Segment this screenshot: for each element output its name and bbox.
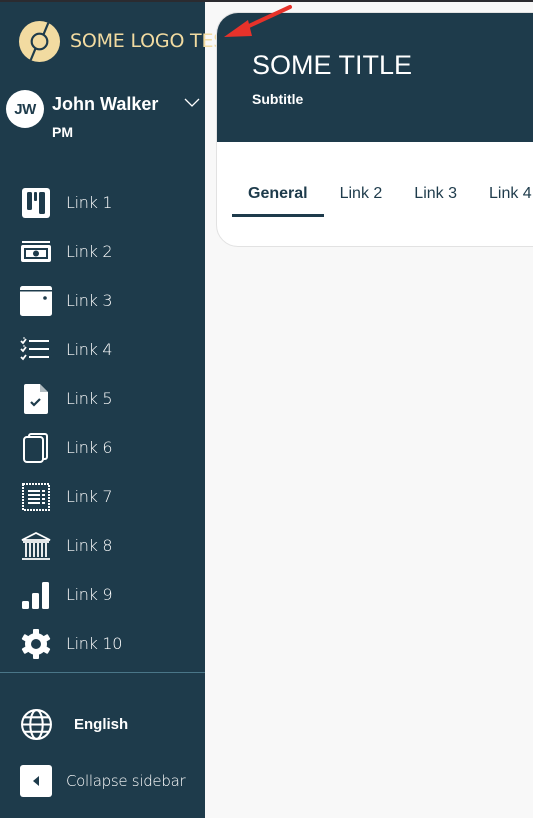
logo-text: SOME LOGO TEST xyxy=(70,30,237,52)
sidebar: SOME LOGO TEST JW John Walker PM Link 1 … xyxy=(0,0,237,818)
sidebar-item-link-7[interactable]: Link 7 xyxy=(0,472,205,521)
tab-link-2[interactable]: Link 2 xyxy=(324,185,399,217)
window-top-border xyxy=(0,0,533,2)
sidebar-item-link-8[interactable]: Link 8 xyxy=(0,521,205,570)
checklist-icon xyxy=(20,334,52,366)
page-title: SOME TITLE xyxy=(252,50,413,80)
avatar: JW xyxy=(6,90,44,128)
tab-bar: General Link 2 Link 3 Link 4 xyxy=(232,185,533,217)
sidebar-item-label: Link 8 xyxy=(66,536,113,555)
sidebar-item-label: Link 1 xyxy=(66,193,113,212)
sidebar-nav: Link 1 Link 2 Link 3 Link 4 Link 5 Link … xyxy=(0,178,205,668)
bar-chart-icon xyxy=(20,579,52,611)
caret-left-icon xyxy=(33,776,39,786)
sidebar-item-link-2[interactable]: Link 2 xyxy=(0,227,205,276)
sidebar-item-label: Link 5 xyxy=(66,389,113,408)
chevron-down-icon[interactable] xyxy=(184,96,200,108)
wallet-icon xyxy=(20,285,52,317)
sidebar-item-label: Link 2 xyxy=(66,242,113,261)
bank-icon xyxy=(20,530,52,562)
sidebar-item-link-6[interactable]: Link 6 xyxy=(0,423,205,472)
sidebar-item-link-1[interactable]: Link 1 xyxy=(0,178,205,227)
sidebar-item-label: Link 6 xyxy=(66,438,113,457)
collapse-sidebar-button[interactable]: Collapse sidebar xyxy=(20,765,186,797)
copy-documents-icon xyxy=(20,432,52,464)
user-menu[interactable]: JW John Walker PM xyxy=(6,88,205,144)
sidebar-item-link-3[interactable]: Link 3 xyxy=(0,276,205,325)
sidebar-divider xyxy=(0,672,205,673)
page-subtitle: Subtitle xyxy=(252,91,304,107)
sidebar-item-label: Link 4 xyxy=(66,340,113,359)
sidebar-item-link-9[interactable]: Link 9 xyxy=(0,570,205,619)
sidebar-item-label: Link 10 xyxy=(66,634,123,653)
card-header: SOME TITLE Subtitle xyxy=(217,13,533,142)
sidebar-item-link-10[interactable]: Link 10 xyxy=(0,619,205,668)
logo-icon xyxy=(18,20,61,62)
page-header-card: SOME TITLE Subtitle General Link 2 Link … xyxy=(216,12,533,247)
language-label: English xyxy=(74,716,129,733)
collapse-sidebar-label: Collapse sidebar xyxy=(66,772,186,790)
money-bill-icon xyxy=(20,236,52,268)
globe-icon xyxy=(21,709,52,740)
document-check-icon xyxy=(20,383,52,415)
sidebar-item-label: Link 9 xyxy=(66,585,113,604)
kanban-board-icon xyxy=(20,187,52,219)
sidebar-item-label: Link 7 xyxy=(66,487,113,506)
receipt-icon xyxy=(20,481,52,513)
sidebar-item-label: Link 3 xyxy=(66,291,113,310)
tab-link-4[interactable]: Link 4 xyxy=(473,185,533,217)
tab-link-3[interactable]: Link 3 xyxy=(398,185,473,217)
sidebar-item-link-5[interactable]: Link 5 xyxy=(0,374,205,423)
tab-general[interactable]: General xyxy=(232,185,324,217)
language-selector[interactable]: English xyxy=(20,708,128,741)
sidebar-item-link-4[interactable]: Link 4 xyxy=(0,325,205,374)
gear-icon xyxy=(20,628,52,660)
logo[interactable]: SOME LOGO TEST xyxy=(18,19,237,63)
user-role: PM xyxy=(52,124,73,140)
collapse-icon-box xyxy=(20,765,52,797)
user-name: John Walker xyxy=(52,94,159,114)
